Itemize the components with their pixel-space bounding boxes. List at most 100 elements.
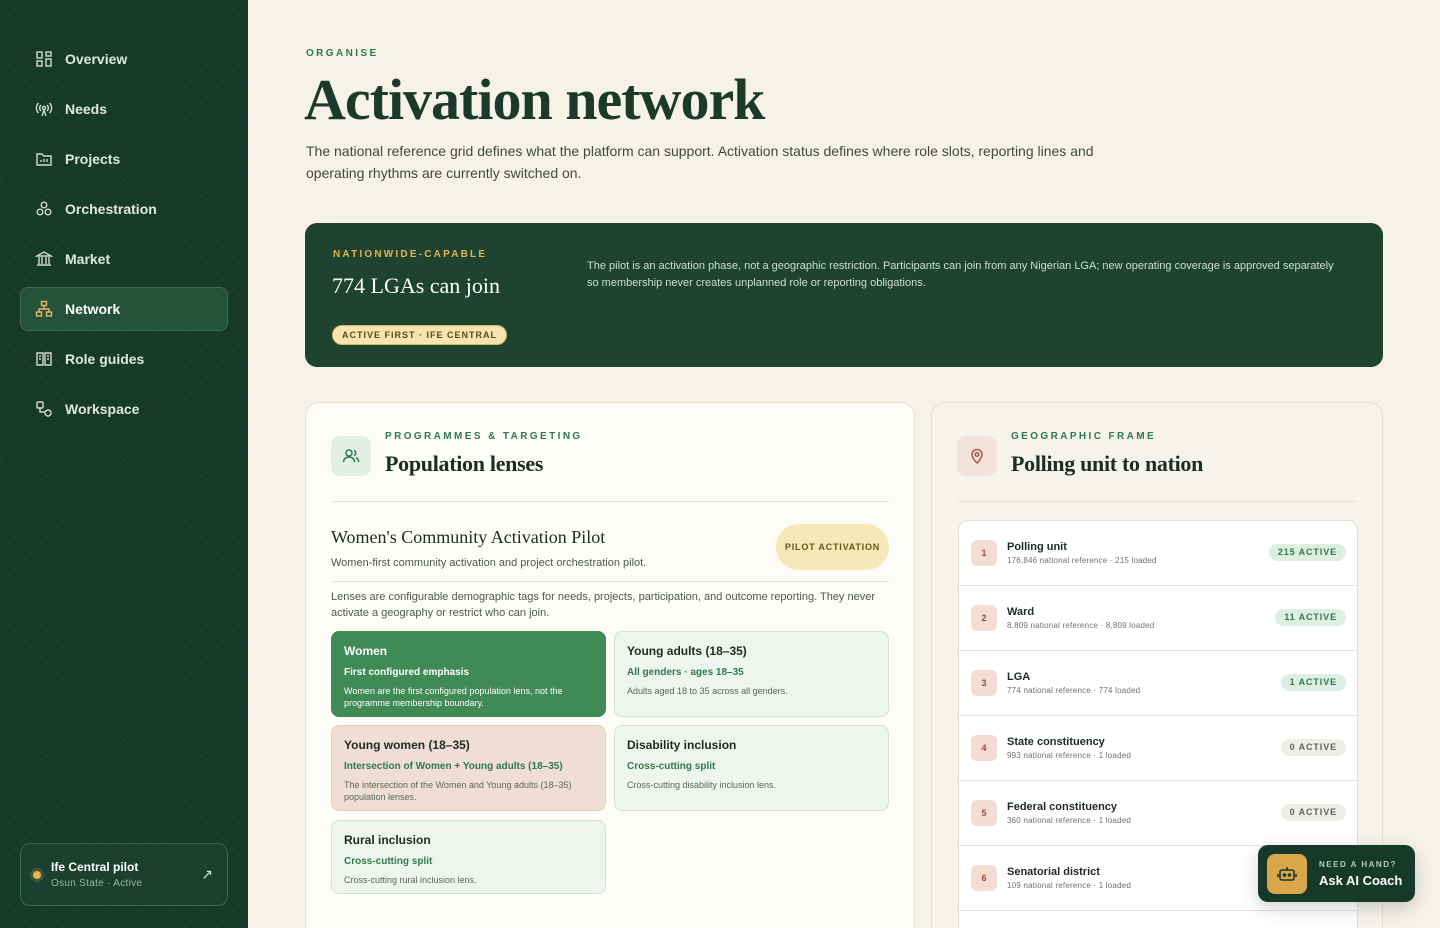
level-name: Ward [1007, 606, 1035, 618]
sidebar-nav: Overview Needs Projects Orchestration Ma… [20, 37, 228, 437]
list-item[interactable]: 5 Federal constituency 360 national refe… [959, 781, 1357, 846]
lens-note: Lenses are configurable demographic tags… [331, 591, 876, 619]
level-meta: 8,809 national reference · 8,809 loaded [1007, 621, 1155, 630]
level-name: Senatorial district [1007, 866, 1100, 878]
card-eyebrow: PROGRAMMES & TARGETING [385, 431, 583, 442]
list-item[interactable]: 1 Polling unit 176,846 national referenc… [959, 521, 1357, 586]
pilot-programme-name: Women's Community Activation Pilot [331, 527, 606, 547]
sidebar-item-label: Projects [65, 151, 121, 167]
level-meta: 360 national reference · 1 loaded [1007, 816, 1132, 825]
sidebar-item-label: Workspace [65, 401, 140, 417]
broadcast-icon [35, 100, 53, 118]
sidebar-item-role-guides[interactable]: Role guides [20, 337, 228, 381]
coach-text: NEED A HAND? Ask AI Coach [1319, 860, 1402, 888]
level-meta: 176,846 national reference · 215 loaded [1007, 556, 1157, 565]
page-eyebrow: ORGANISE [306, 48, 379, 59]
lens-description: Women are the first configured populatio… [344, 686, 563, 708]
ask-ai-coach-button[interactable]: NEED A HAND? Ask AI Coach [1258, 845, 1415, 902]
arrow-up-right-icon: ↗ [201, 866, 213, 882]
lens-disability-inclusion[interactable]: Disability inclusion Cross-cutting split… [614, 725, 889, 811]
page-title: Activation network [304, 67, 765, 132]
lens-description: The intersection of the Women and Young … [344, 780, 572, 802]
sidebar-item-market[interactable]: Market [20, 237, 228, 281]
level-number: 2 [971, 605, 997, 631]
folder-chart-icon [35, 150, 53, 168]
lens-description: Cross-cutting rural inclusion lens. [344, 875, 477, 885]
divider [957, 501, 1357, 502]
divider [331, 581, 889, 582]
lens-women[interactable]: Women First configured emphasis Women ar… [331, 631, 606, 717]
lens-title: Women [344, 644, 388, 658]
sidebar-item-label: Role guides [65, 351, 145, 367]
bank-icon [35, 250, 53, 268]
pilot-info: Ife Central pilot Osun State · Active [51, 860, 201, 889]
banner-description: The pilot is an activation phase, not a … [587, 260, 1334, 289]
status-badge: 11 ACTIVE [1275, 609, 1346, 626]
level-number: 3 [971, 670, 997, 696]
sidebar-item-workspace[interactable]: Workspace [20, 387, 228, 431]
level-name: State constituency [1007, 736, 1105, 748]
population-lenses-card: PROGRAMMES & TARGETING Population lenses… [305, 402, 915, 928]
robot-icon [1267, 853, 1307, 894]
active-first-badge: ACTIVE FIRST · IFE CENTRAL [332, 325, 507, 345]
lens-title: Disability inclusion [627, 738, 737, 752]
lens-subtitle: All genders · ages 18–35 [627, 667, 744, 678]
workspace-icon [35, 400, 53, 418]
status-dot [33, 870, 41, 879]
sidebar-item-overview[interactable]: Overview [20, 37, 228, 81]
level-name: Federal constituency [1007, 801, 1118, 813]
level-name: Polling unit [1007, 541, 1067, 553]
pilot-switcher[interactable]: Ife Central pilot Osun State · Active ↗ [20, 843, 228, 906]
sidebar-item-label: Needs [65, 101, 108, 117]
book-icon [35, 350, 53, 368]
level-number: 1 [971, 540, 997, 566]
lens-rural-inclusion[interactable]: Rural inclusion Cross-cutting split Cros… [331, 820, 606, 894]
pilot-title: Ife Central pilot [51, 860, 139, 874]
sidebar-item-label: Overview [65, 51, 128, 67]
sidebar-item-label: Orchestration [65, 201, 157, 217]
pilot-programme-description: Women-first community activation and pro… [331, 557, 647, 569]
card-title: Population lenses [385, 451, 544, 476]
level-name: LGA [1007, 671, 1031, 683]
page-description: The national reference grid defines what… [306, 143, 1094, 181]
list-item[interactable]: 4 State constituency 993 national refere… [959, 716, 1357, 781]
status-badge: 0 ACTIVE [1280, 739, 1346, 756]
lens-young-women[interactable]: Young women (18–35) Intersection of Wome… [331, 725, 606, 811]
status-badge: 0 ACTIVE [1280, 804, 1346, 821]
card-eyebrow: GEOGRAPHIC FRAME [1011, 431, 1157, 442]
sidebar-item-network[interactable]: Network [20, 287, 228, 331]
divider [331, 501, 889, 502]
pilot-subtitle: Osun State · Active [51, 878, 143, 889]
level-meta: 774 national reference · 774 loaded [1007, 686, 1141, 695]
lens-subtitle: Cross-cutting split [627, 761, 716, 772]
lens-title: Young women (18–35) [344, 738, 470, 752]
pilot-activation-badge[interactable]: PILOT ACTIVATION [776, 524, 889, 570]
list-item[interactable]: 2 Ward 8,809 national reference · 8,809 … [959, 586, 1357, 651]
cluster-icon [35, 200, 53, 218]
sidebar-item-label: Market [65, 251, 111, 267]
sidebar-item-label: Network [65, 301, 121, 317]
lens-subtitle: Cross-cutting split [344, 856, 433, 867]
lens-young-adults[interactable]: Young adults (18–35) All genders · ages … [614, 631, 889, 717]
lens-description: Adults aged 18 to 35 across all genders. [627, 686, 788, 696]
network-icon [35, 300, 53, 318]
main-content: ORGANISE Activation network The national… [248, 0, 1440, 928]
lens-description: Cross-cutting disability inclusion lens. [627, 780, 777, 790]
coach-eyebrow: NEED A HAND? [1319, 859, 1397, 869]
lens-subtitle: First configured emphasis [344, 667, 470, 678]
list-item[interactable]: 3 LGA 774 national reference · 774 loade… [959, 651, 1357, 716]
level-meta: 109 national reference · 1 loaded [1007, 881, 1132, 890]
banner-title: 774 LGAs can join [332, 273, 501, 298]
level-meta: 993 national reference · 1 loaded [1007, 751, 1132, 760]
map-pin-icon [957, 436, 997, 476]
grid-icon [35, 50, 53, 68]
sidebar: Overview Needs Projects Orchestration Ma… [0, 0, 248, 928]
sidebar-item-projects[interactable]: Projects [20, 137, 228, 181]
status-badge: 1 ACTIVE [1280, 674, 1346, 691]
sidebar-item-orchestration[interactable]: Orchestration [20, 187, 228, 231]
sidebar-item-needs[interactable]: Needs [20, 87, 228, 131]
lens-title: Rural inclusion [344, 833, 431, 847]
card-title: Polling unit to nation [1011, 451, 1204, 476]
nationwide-banner: NATIONWIDE-CAPABLE 774 LGAs can join ACT… [305, 223, 1383, 367]
lens-title: Young adults (18–35) [627, 644, 747, 658]
